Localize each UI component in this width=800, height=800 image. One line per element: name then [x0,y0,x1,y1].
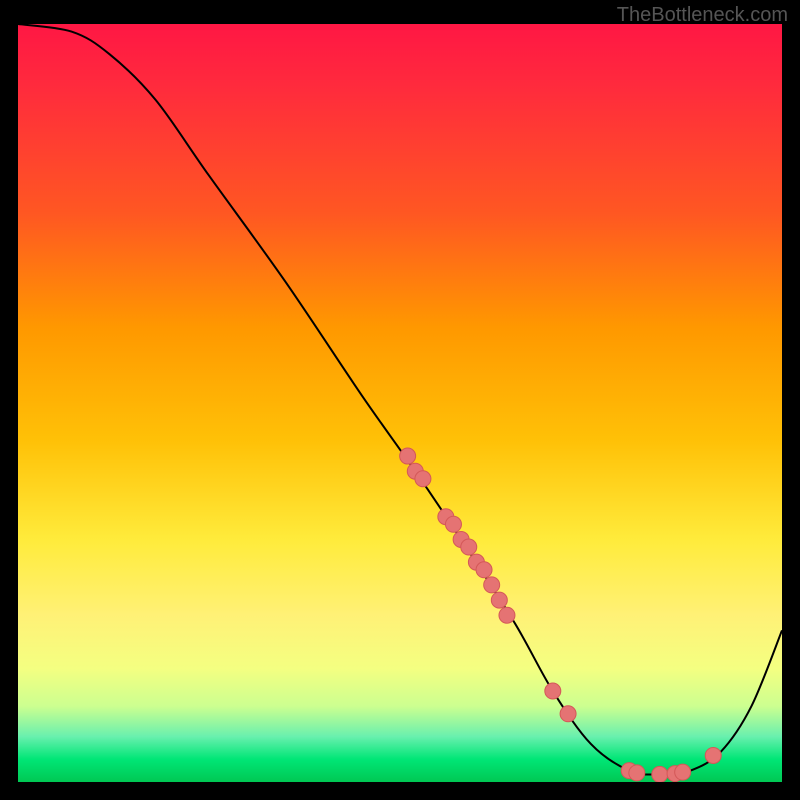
data-marker [461,539,477,555]
data-marker [675,764,691,780]
watermark-text: TheBottleneck.com [617,4,788,27]
data-marker [491,592,507,608]
data-marker [400,448,416,464]
data-markers [400,448,722,782]
data-marker [545,683,561,699]
data-marker [629,765,645,781]
data-marker [476,562,492,578]
plot-area [18,24,782,782]
data-marker [415,471,431,487]
data-marker [560,706,576,722]
data-marker [652,766,668,782]
data-marker [705,747,721,763]
chart-svg [18,24,782,782]
data-marker [445,516,461,532]
data-marker [484,577,500,593]
bottleneck-curve [18,24,782,775]
data-marker [499,607,515,623]
